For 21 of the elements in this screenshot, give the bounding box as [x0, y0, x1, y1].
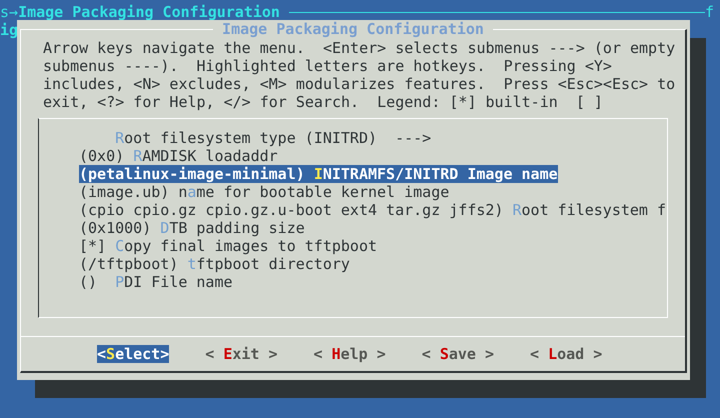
menu-item[interactable]: [*] Copy final images to tftpboot	[79, 237, 378, 255]
menu-item[interactable]: (0x1000) DTB padding size	[79, 219, 305, 237]
menu-button[interactable]: < Load >	[530, 345, 602, 363]
menu-item[interactable]: (petalinux-image-minimal) INITRAMFS/INITRD Image name	[79, 165, 558, 183]
menu-item[interactable]: (0x0) RAMDISK loadaddr	[79, 147, 278, 165]
menu-button[interactable]: < Help >	[314, 345, 386, 363]
breadcrumb-title: Image Packaging Configuration	[18, 3, 280, 21]
help-text: Arrow keys navigate the menu. <Enter> selects submenus ---> (or empty submenus ----). Highlighted letters are hotkeys. Pressing <Y> includes, <N> excludes, <M> modularizes features. Press <Esc><Esc> to exit, <?> for Help, </> for Search. Legend: [*] built-in [ ]	[43, 39, 676, 111]
menu-item[interactable]: (image.ub) name for bootable kernel image	[79, 183, 450, 201]
menu-button[interactable]: < Save >	[422, 345, 494, 363]
breadcrumb-text: s	[0, 3, 10, 21]
dialog-title: Image Packaging Configuration	[213, 20, 493, 38]
edge-text: f	[704, 3, 714, 21]
menu-item[interactable]: () PDI File name	[79, 273, 233, 291]
menu-button[interactable]: < Exit >	[205, 345, 278, 363]
edge-text: ig	[0, 21, 18, 39]
menu-item[interactable]: Root filesystem type (INITRD) --->	[115, 129, 432, 147]
menu-button[interactable]: <Select>	[97, 345, 170, 363]
menu-item[interactable]: (cpio cpio.gz cpio.gz.u-boot ext4 tar.gz jffs2) Root filesystem f	[79, 201, 666, 219]
menu-item[interactable]: (/tftpboot) tftpboot directory	[79, 255, 350, 273]
arrow-glyph: →	[9, 3, 18, 21]
